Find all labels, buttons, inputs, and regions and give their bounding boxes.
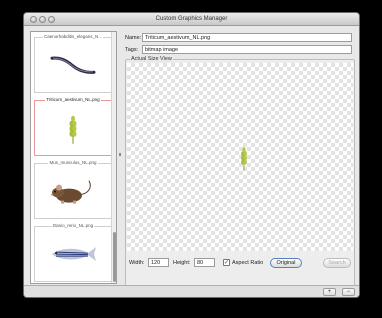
worm-icon <box>50 54 96 78</box>
wheat-icon <box>239 143 249 175</box>
footer-bar: + − <box>24 285 359 297</box>
list-scrollbar[interactable] <box>111 32 116 283</box>
wheat-icon <box>67 113 79 147</box>
add-button[interactable]: + <box>323 288 336 296</box>
tags-label: Tags: <box>125 47 139 53</box>
aspect-ratio-label: Aspect Ratio <box>232 260 264 266</box>
mouse-icon <box>49 177 97 209</box>
list-item[interactable]: Danio_rerio_NL.png <box>34 223 112 282</box>
remove-button[interactable]: − <box>342 288 355 296</box>
detail-panel: Name: Triticum_aestivum_NL.png Tags: bit… <box>122 29 355 287</box>
graphics-list[interactable]: Caenorhabditis_elegans_N... Triticum_aes… <box>30 31 117 284</box>
width-field[interactable]: 120 <box>148 258 169 267</box>
item-caption: Caenorhabditis_elegans_N... <box>42 34 104 39</box>
scrollbar-thumb[interactable] <box>113 232 116 282</box>
name-label: Name: <box>125 35 142 41</box>
item-caption: Triticum_aestivum_NL.png <box>45 97 101 102</box>
title-bar: Custom Graphics Manager <box>24 13 359 26</box>
width-label: Width: <box>129 260 145 266</box>
list-item[interactable]: Triticum_aestivum_NL.png <box>34 97 112 156</box>
split-view-divider[interactable] <box>119 153 121 156</box>
height-field[interactable]: 80 <box>194 258 215 267</box>
size-controls: Width: 120 Height: 80 ✓ Aspect Ratio Ori… <box>126 257 354 269</box>
height-label: Height: <box>173 260 191 266</box>
tags-field[interactable]: bitmap image <box>142 45 352 54</box>
aspect-ratio-checkbox[interactable]: ✓ <box>223 259 230 266</box>
search-button[interactable]: Search <box>323 258 351 268</box>
list-item[interactable]: Caenorhabditis_elegans_N... <box>34 34 112 93</box>
original-button[interactable]: Original <box>270 258 302 268</box>
item-caption: Mus_musculus_NL.png <box>48 160 98 165</box>
image-preview-canvas <box>127 63 353 251</box>
zebrafish-icon <box>48 244 98 266</box>
custom-graphics-manager-window: Custom Graphics Manager Caenorhabditis_e… <box>23 12 360 298</box>
list-item[interactable]: Mus_musculus_NL.png <box>34 160 112 219</box>
name-field[interactable]: Triticum_aestivum_NL.png <box>142 33 352 42</box>
actual-size-view: Actual Size View Width: 120 Height: 80 ✓… <box>125 56 355 287</box>
item-caption: Danio_rerio_NL.png <box>51 223 95 228</box>
group-title: Actual Size View <box>130 56 173 62</box>
window-title: Custom Graphics Manager <box>155 16 228 22</box>
